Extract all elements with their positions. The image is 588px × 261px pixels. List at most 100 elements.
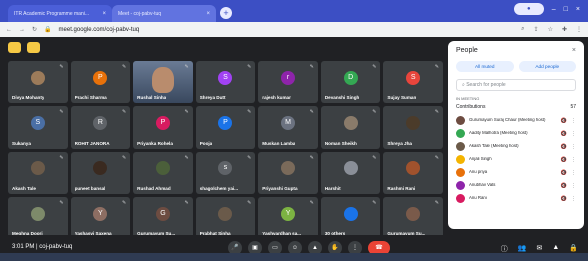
participant-tile[interactable]: S ✎ Shreya Dutt (195, 61, 256, 104)
participant-tile[interactable]: S ✎ Sukanya (8, 106, 68, 149)
pin-icon[interactable]: ✎ (59, 109, 63, 115)
participant-tile[interactable]: ✎ Akash Tale (8, 151, 68, 194)
close-icon[interactable]: × (206, 11, 210, 17)
participant-tile[interactable]: Y ✎ Yashvardhan sa... (258, 196, 318, 239)
close-icon[interactable]: × (572, 47, 576, 54)
pin-icon[interactable]: ✎ (122, 64, 126, 70)
mic-off-icon[interactable]: 🔇 (561, 170, 567, 176)
participant-tile[interactable]: Y ✎ Yashasvi Saxena (70, 196, 131, 239)
more-icon[interactable]: ⋮ (571, 183, 576, 189)
pin-icon[interactable]: ✎ (185, 155, 189, 161)
participant-tile[interactable]: ✎ 30 others (320, 196, 381, 239)
participant-row[interactable]: Gurumayum Suraj Chaur (Meeting host) 🔇 ⋮ (456, 114, 576, 127)
participant-tile[interactable]: G ✎ Gurumayum Su... (133, 196, 193, 239)
pin-icon[interactable]: ✎ (122, 200, 126, 206)
pin-icon[interactable]: ✎ (59, 64, 63, 70)
participant-tile[interactable]: s ✎ shagolchem yai... (195, 151, 256, 194)
pin-icon[interactable]: ✎ (122, 109, 126, 115)
pin-icon[interactable]: ✎ (247, 64, 251, 70)
participant-tile[interactable]: ✎ puneet bansal (70, 151, 131, 194)
mic-off-icon[interactable]: 🔇 (561, 144, 567, 150)
profile-pill[interactable]: ● (513, 3, 544, 15)
mic-off-icon[interactable]: 🔇 (561, 118, 567, 124)
search-icon[interactable]: ⌕ (521, 26, 524, 33)
url-text[interactable]: meet.google.com/coj-pabv-tuq (59, 27, 140, 33)
more-icon[interactable]: ⋮ (571, 118, 576, 124)
mic-off-icon[interactable]: 🔇 (561, 196, 567, 202)
participant-tile[interactable]: ✎ Harshit (320, 151, 381, 194)
pin-icon[interactable]: ✎ (372, 109, 376, 115)
pin-icon[interactable]: ✎ (372, 64, 376, 70)
menu-icon[interactable]: ⋮ (576, 26, 582, 33)
pin-icon[interactable]: ✎ (247, 109, 251, 115)
mic-off-icon[interactable]: 🔇 (561, 131, 567, 137)
participant-tile[interactable]: D ✎ Devanshi Singh (320, 61, 381, 104)
pin-icon[interactable]: ✎ (185, 200, 189, 206)
more-icon[interactable]: ⋮ (571, 196, 576, 202)
participant-tile[interactable]: ✎ Rushal Sinha (133, 61, 193, 104)
pin-icon[interactable]: ✎ (59, 200, 63, 206)
participant-tile[interactable]: ✎ Noman Sheikh (320, 106, 381, 149)
mic-off-icon[interactable]: 🔇 (561, 183, 567, 189)
reload-icon[interactable]: ↻ (32, 26, 37, 33)
participant-tile[interactable]: ✎ Gurumayum Su... (383, 196, 443, 239)
participant-row[interactable]: Anu Rani 🔇 ⋮ (456, 192, 576, 205)
more-icon[interactable]: ⋮ (571, 170, 576, 176)
participant-tile[interactable]: P ✎ Pooja (195, 106, 256, 149)
participant-row[interactable]: Anubhav Vats 🔇 ⋮ (456, 179, 576, 192)
chat-icon[interactable] (27, 42, 40, 53)
minimize-icon[interactable]: – (552, 6, 556, 13)
forward-icon[interactable]: → (19, 27, 25, 33)
participant-tile[interactable]: ✎ Prabhat Sinha (195, 196, 256, 239)
maximize-icon[interactable]: □ (564, 6, 568, 13)
extensions-icon[interactable]: ✚ (562, 26, 567, 33)
pin-icon[interactable]: ✎ (59, 155, 63, 161)
mic-off-icon[interactable]: 🔇 (561, 157, 567, 163)
pin-icon[interactable]: ✎ (310, 109, 314, 115)
pin-icon[interactable]: ✎ (310, 64, 314, 70)
pin-icon[interactable]: ✎ (247, 155, 251, 161)
more-icon[interactable]: ⋮ (571, 144, 576, 150)
back-icon[interactable]: ← (6, 27, 12, 33)
more-icon[interactable]: ⋮ (571, 131, 576, 137)
participant-row[interactable]: Anu priya 🔇 ⋮ (456, 166, 576, 179)
participant-tile[interactable]: ✎ Priyanshi Gupta (258, 151, 318, 194)
pin-icon[interactable]: ✎ (435, 64, 439, 70)
contributions-row[interactable]: Contributions 57 (456, 104, 576, 110)
pin-icon[interactable]: ✎ (435, 200, 439, 206)
add-people-button[interactable]: Add people (518, 61, 576, 72)
people-search-input[interactable]: ⌕ Search for people (456, 79, 576, 91)
participant-tile[interactable]: R ✎ ROHIT JANORA (70, 106, 131, 149)
participant-tile[interactable]: r ✎ rajesh kumar (258, 61, 318, 104)
tab-meet[interactable]: Meet - coj-pabv-tuq × (112, 5, 216, 22)
pin-icon[interactable]: ✎ (185, 109, 189, 115)
participant-tile[interactable]: ✎ Rushad Ahmad (133, 151, 193, 194)
participant-tile[interactable]: P ✎ Priyanka Rohela (133, 106, 193, 149)
participant-tile[interactable]: M ✎ Muskan Lamba (258, 106, 318, 149)
participant-tile[interactable]: P ✎ Prachi Sharma (70, 61, 131, 104)
pin-icon[interactable]: ✎ (310, 155, 314, 161)
pin-icon[interactable]: ✎ (185, 64, 189, 70)
close-icon[interactable]: × (576, 6, 580, 13)
pin-icon[interactable]: ✎ (247, 200, 251, 206)
participant-tile[interactable]: ✎ Meghna Doori (8, 196, 68, 239)
all-muted-button[interactable]: All muted (456, 61, 514, 72)
participant-row[interactable]: Akash Tale (Meeting host) 🔇 ⋮ (456, 140, 576, 153)
tab-itr-academic[interactable]: ITR Academic Programme mani... × (8, 5, 112, 22)
participant-tile[interactable]: ✎ Shreya Jha (383, 106, 443, 149)
more-icon[interactable]: ⋮ (571, 157, 576, 163)
participant-tile[interactable]: ✎ Rashmi Rani (383, 151, 443, 194)
new-tab-icon[interactable]: + (220, 7, 232, 19)
participant-row[interactable]: Anjali Singh 🔇 ⋮ (456, 153, 576, 166)
pin-icon[interactable]: ✎ (310, 200, 314, 206)
star-icon[interactable]: ☆ (548, 26, 553, 33)
pin-icon[interactable]: ✎ (435, 155, 439, 161)
pin-icon[interactable]: ✎ (372, 155, 376, 161)
layout-icon[interactable] (8, 42, 21, 53)
participant-row[interactable]: Aadity Malhotra (Meeting host) 🔇 ⋮ (456, 127, 576, 140)
pin-icon[interactable]: ✎ (372, 200, 376, 206)
participant-tile[interactable]: ✎ Divya Mohanty (8, 61, 68, 104)
close-icon[interactable]: × (102, 11, 106, 17)
share-icon[interactable]: ⇪ (534, 26, 539, 33)
pin-icon[interactable]: ✎ (122, 155, 126, 161)
